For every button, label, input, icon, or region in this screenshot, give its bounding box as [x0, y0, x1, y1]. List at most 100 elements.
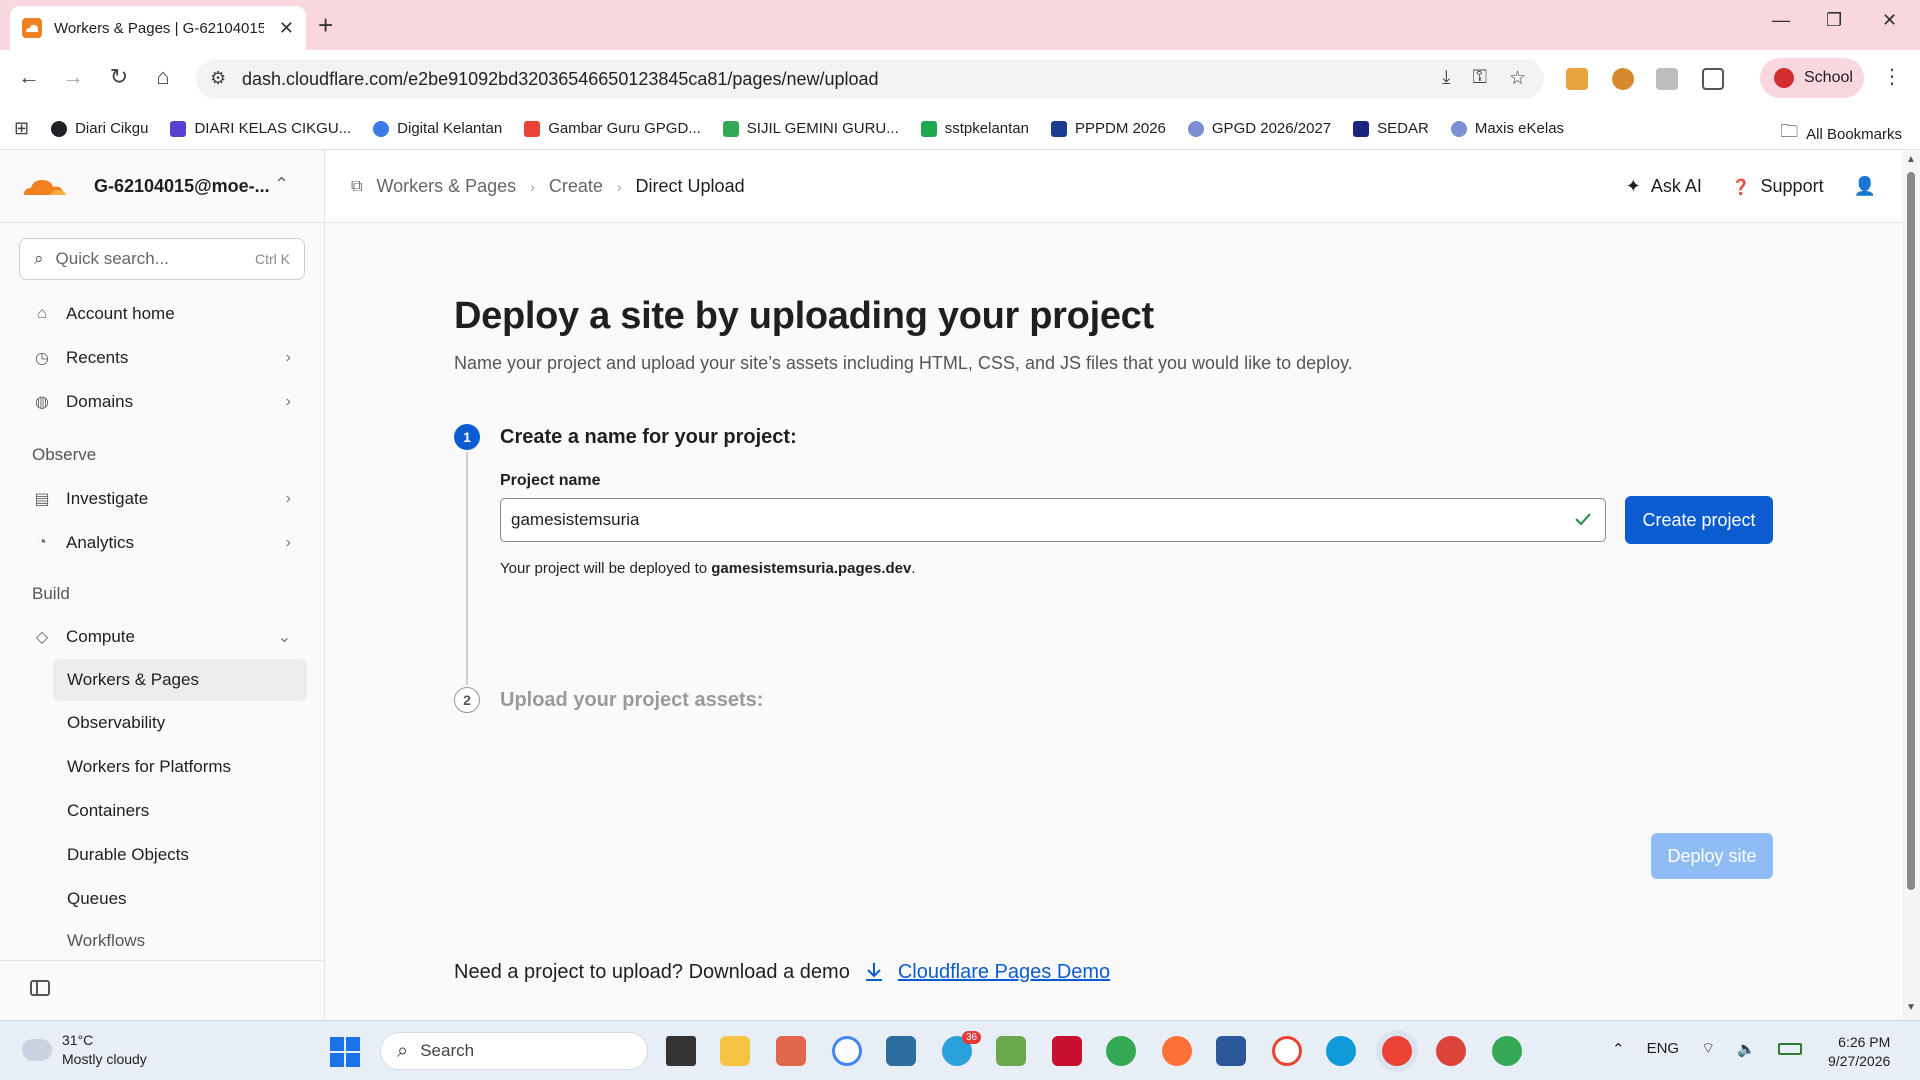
scrollbar-thumb[interactable] [1907, 172, 1915, 890]
sidebar-item-workers-pages[interactable]: Workers & Pages [53, 659, 307, 701]
extension-icon[interactable] [1612, 68, 1634, 90]
wifi-icon[interactable]: ⌔ [1701, 1039, 1715, 1058]
sidebar-item-domains[interactable]: ◍ Domains › [20, 382, 305, 422]
chevron-up-icon[interactable]: ⌃ [1612, 1040, 1625, 1058]
site-info-icon[interactable]: ⚙ [210, 68, 226, 89]
page-subtitle: Name your project and upload your site’s… [454, 353, 1353, 373]
firefox-icon[interactable] [1162, 1036, 1192, 1066]
chrome-icon[interactable] [1106, 1036, 1136, 1066]
bookmark-item[interactable]: sstpkelantan [920, 120, 1029, 137]
sidebar-item-queues[interactable]: Queues [53, 878, 307, 920]
deploy-site-button[interactable]: Deploy site [1651, 833, 1773, 879]
browser-menu-icon[interactable]: ⋮ [1882, 64, 1902, 89]
demo-download-row: Need a project to upload? Download a dem… [454, 960, 1110, 984]
google-icon[interactable] [832, 1036, 862, 1066]
home-icon[interactable]: ⌂ [148, 64, 178, 90]
ask-ai-button[interactable]: ✦ Ask AI [1626, 176, 1702, 197]
sidebar-item-observability[interactable]: Observability [53, 702, 307, 744]
reload-icon[interactable]: ↻ [104, 64, 134, 90]
sidebar-item-account-home[interactable]: ⌂ Account home [20, 294, 305, 334]
all-bookmarks-button[interactable]: 🗀 All Bookmarks [1780, 119, 1902, 149]
bookmark-star-icon[interactable]: ☆ [1509, 67, 1526, 90]
scroll-up-icon[interactable]: ▲ [1906, 154, 1916, 165]
support-button[interactable]: ❓ Support [1732, 176, 1824, 197]
windows-start-icon[interactable] [330, 1037, 360, 1067]
word-icon[interactable] [1216, 1036, 1246, 1066]
breadcrumb-create[interactable]: Create [549, 176, 603, 197]
app-icon[interactable] [776, 1036, 806, 1066]
language-indicator[interactable]: ENG [1647, 1040, 1680, 1057]
minimize-window-icon[interactable]: — [1772, 10, 1790, 31]
bookmark-item[interactable]: DIARI KELAS CIKGU... [170, 120, 351, 137]
close-window-icon[interactable]: ✕ [1882, 10, 1897, 31]
home-icon: ⌂ [37, 305, 47, 322]
reading-list-icon[interactable] [1656, 68, 1678, 90]
page-scrollbar[interactable]: ▲ ▼ [1902, 150, 1920, 1020]
bookmark-icon [51, 120, 68, 137]
sidebar-item-analytics[interactable]: ◔ Analytics › [20, 523, 305, 563]
bookmark-item[interactable]: Maxis eKelas [1450, 120, 1564, 137]
edge-icon[interactable] [1326, 1036, 1356, 1066]
breadcrumb: ⧉ Workers & Pages › Create › Direct Uplo… [351, 176, 745, 197]
quick-search-input[interactable]: ⌕ Quick search... Ctrl K [19, 238, 305, 280]
filezilla-icon[interactable] [1052, 1036, 1082, 1066]
file-explorer-icon[interactable] [720, 1036, 750, 1066]
sidebar-item-investigate[interactable]: ▤ Investigate › [20, 479, 305, 519]
forward-icon[interactable]: → [58, 64, 88, 90]
address-bar[interactable]: ⚙ dash.cloudflare.com/e2be91092bd3203654… [196, 59, 1544, 99]
chevron-updown-icon: ⌃ [274, 174, 290, 194]
sidebar-toggle-icon[interactable] [30, 980, 50, 996]
search-icon: ⌕ [34, 249, 44, 268]
cloudy-weather-icon [18, 1033, 52, 1061]
sidebar-item-containers[interactable]: Containers [53, 790, 307, 832]
task-view-icon[interactable] [666, 1036, 696, 1066]
weather-widget[interactable]: 31°C Mostly cloudy [18, 1031, 147, 1069]
breadcrumb-workers-pages[interactable]: Workers & Pages [376, 176, 516, 197]
sidebar-item-workflows[interactable]: Workflows [53, 920, 307, 962]
bookmark-item[interactable]: GPGD 2026/2027 [1187, 120, 1331, 137]
google-icon[interactable] [1272, 1036, 1302, 1066]
bookmark-item[interactable]: SEDAR [1353, 120, 1429, 137]
scroll-down-icon[interactable]: ▼ [1906, 1002, 1916, 1013]
chrome-icon[interactable] [1436, 1036, 1466, 1066]
bookmark-item[interactable]: PPPDM 2026 [1051, 120, 1166, 137]
chrome-icon[interactable] [1492, 1036, 1522, 1066]
password-key-icon[interactable]: ⚿ [1472, 67, 1486, 90]
install-app-icon[interactable]: ⤓ [1442, 67, 1450, 90]
restore-window-icon[interactable]: ❐ [1826, 10, 1842, 31]
extension-icon[interactable] [1566, 68, 1588, 90]
create-project-button[interactable]: Create project [1625, 496, 1773, 544]
bookmark-item[interactable]: Diari Cikgu [51, 120, 148, 137]
step-1-title: Create a name for your project: [500, 426, 797, 448]
system-clock[interactable]: 6:26 PM 9/27/2026 [1828, 1033, 1890, 1071]
sidebar-item-label: Domains [66, 392, 134, 411]
taskbar-search[interactable]: ⌕ Search [380, 1032, 648, 1070]
battery-icon[interactable] [1777, 1042, 1802, 1055]
apps-grid-icon[interactable]: ⊞ [14, 118, 29, 139]
demo-download-link[interactable]: Cloudflare Pages Demo [898, 961, 1110, 984]
user-menu-button[interactable]: 👤 [1854, 176, 1876, 197]
account-switcher[interactable]: G-62104015@moe-... ⌃ [0, 150, 325, 223]
new-tab-button[interactable]: + [318, 10, 333, 41]
cloudflare-favicon-icon [22, 18, 42, 38]
profile-button[interactable]: School [1760, 58, 1864, 98]
app-icon[interactable] [996, 1036, 1026, 1066]
sidebar-item-durable-objects[interactable]: Durable Objects [53, 834, 307, 876]
sidebar-item-recents[interactable]: ◷ Recents › [20, 338, 305, 378]
browser-tab[interactable]: Workers & Pages | G-62104015 ✕ [10, 6, 306, 50]
back-icon[interactable]: ← [14, 64, 44, 90]
browser-tab-strip: Workers & Pages | G-62104015 ✕ + — ❐ ✕ [0, 0, 1920, 50]
sidebar-item-workers-for-platforms[interactable]: Workers for Platforms [53, 746, 307, 788]
app-icon[interactable] [886, 1036, 916, 1066]
volume-icon[interactable]: 🔈 [1737, 1040, 1756, 1058]
bookmark-item[interactable]: SIJIL GEMINI GURU... [722, 120, 899, 137]
page-title: Deploy a site by uploading your project [454, 295, 1154, 337]
bookmark-item[interactable]: Digital Kelantan [373, 120, 502, 137]
chrome-active-icon[interactable] [1382, 1036, 1412, 1066]
project-name-input[interactable]: gamesistemsuria [500, 498, 1606, 542]
google-drive-icon [722, 120, 739, 137]
close-tab-icon[interactable]: ✕ [279, 18, 294, 39]
sidebar-item-compute[interactable]: ◇ Compute ⌄ [20, 617, 305, 657]
bookmark-item[interactable]: Gambar Guru GPGD... [524, 120, 701, 137]
extensions-puzzle-icon[interactable] [1702, 68, 1724, 90]
